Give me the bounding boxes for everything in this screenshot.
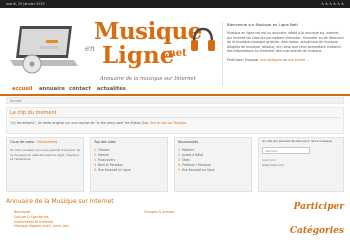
welcome-text: Musique en ligne.net est un annuaire, dé… [227,31,344,54]
current-date: mardi, 29 Janvier 2019 [6,1,45,6]
new-sites-box: Nouveautés 1. Mobilier 2. Jouets à Bébé … [174,137,252,192]
top-sites-list: 1. Titraion 2. Deezer 3. Musicovery 4. B… [94,148,131,173]
site-logo[interactable]: Musique en Ligne .net Annuaire de la mus… [6,18,216,86]
clip-description: "(c) les enfants", Un texte original sur… [10,121,187,125]
logo-word-ligne: Ligne [102,42,175,69]
clip-youtube-link[interactable]: Voir le clip sur Youtube. [150,121,187,125]
propose-category-link[interactable]: une catégorie [260,58,282,62]
coup-de-coeur-text: Un site novateur qui vous permet d'écout… [10,148,81,162]
participate-line: Participez! Proposer une catégorie ou un… [227,58,344,63]
main-nav: accueil annuaire contact actualités [0,86,350,96]
laptop-icon [10,26,78,74]
discover-header: Un site qui permet de découvrir de la mu… [262,139,332,143]
nav-item-actualites[interactable]: actualités [97,86,126,92]
new-sites-header: Nouveautés [178,140,199,144]
breadcrumb-home[interactable]: Accueil [10,99,21,103]
category-digital[interactable]: Musique digitale (mp3, wma, etc) [14,224,69,229]
discover-result-url: www.mp3.com [262,163,285,167]
directory-title: Annuaire de la Musique sur Internet [6,198,114,205]
coup-de-coeur-link[interactable]: Musicovery [38,140,57,144]
logo-word-net: .net [165,48,187,59]
participate-suffix: ... [306,57,310,62]
clip-title: Le clip du moment [10,110,57,116]
directory-col-1: Boutiques Culture & Spectacles Instrumen… [14,210,69,229]
coup-de-coeur-header: Coup de coeur : Musicovery [10,140,57,144]
coup-de-coeur-box: Coup de coeur : Musicovery Un site novat… [6,137,84,192]
participate-or: ou [282,57,287,62]
logo-word-en: en [85,44,95,53]
top-sites-box: Top des sites 1. Titraion 2. Deezer 3. M… [90,137,168,192]
nav-item-contact[interactable]: contact [69,86,91,92]
breadcrumb: Accueil [6,97,344,104]
font-size-controls[interactable]: A A A A A A [321,2,344,6]
headphones-icon [191,27,215,51]
participate-prefix: Participez! Proposer [227,57,259,62]
coup-de-coeur-label: Coup de coeur : [10,140,37,144]
discover-box: Un site qui permet de découvrir de la mu… [258,137,344,192]
propose-entry-link[interactable]: une entrée [288,58,305,62]
directory-col-2: Groupes & artistes [144,210,175,215]
top-bar: mardi, 29 Janvier 2019 A A A A A A [0,0,350,8]
welcome-panel: Bienvenue sur Musique en Ligne Net! Musi… [222,22,344,88]
header-banner: Musique en Ligne .net Annuaire de la mus… [0,8,350,88]
welcome-title: Bienvenue sur Musique en Ligne Net! [227,22,299,27]
participate-heading[interactable]: Participer [294,202,344,212]
nav-item-accueil[interactable]: accueil [12,86,32,92]
clip-of-the-moment: Le clip du moment "(c) les enfants", Un … [6,107,344,134]
clip-text: "(c) les enfants", Un texte original sur… [10,121,149,125]
top-sites-header: Top des sites [94,140,116,144]
discover-result-link[interactable]: mp3.com [262,158,276,162]
logo-tagline: Annuaire de la musique sur Internet [100,76,196,82]
new-sites-list: 1. Mobilier 2. Jouets à Bébé 3. Stats 4.… [178,148,215,173]
divider [10,117,340,118]
categories-heading[interactable]: Catégories [290,226,344,236]
list-item[interactable]: 5. Rue Karaoké en ligne [94,168,131,173]
nav-item-annuaire[interactable]: annuaire [39,86,65,92]
category-groupes[interactable]: Groupes & artistes [144,210,175,215]
logo-word-musique: Musique [94,18,202,45]
discover-input[interactable] [262,147,310,154]
list-item[interactable]: 5. Rue Karaoké en ligne [178,168,215,173]
